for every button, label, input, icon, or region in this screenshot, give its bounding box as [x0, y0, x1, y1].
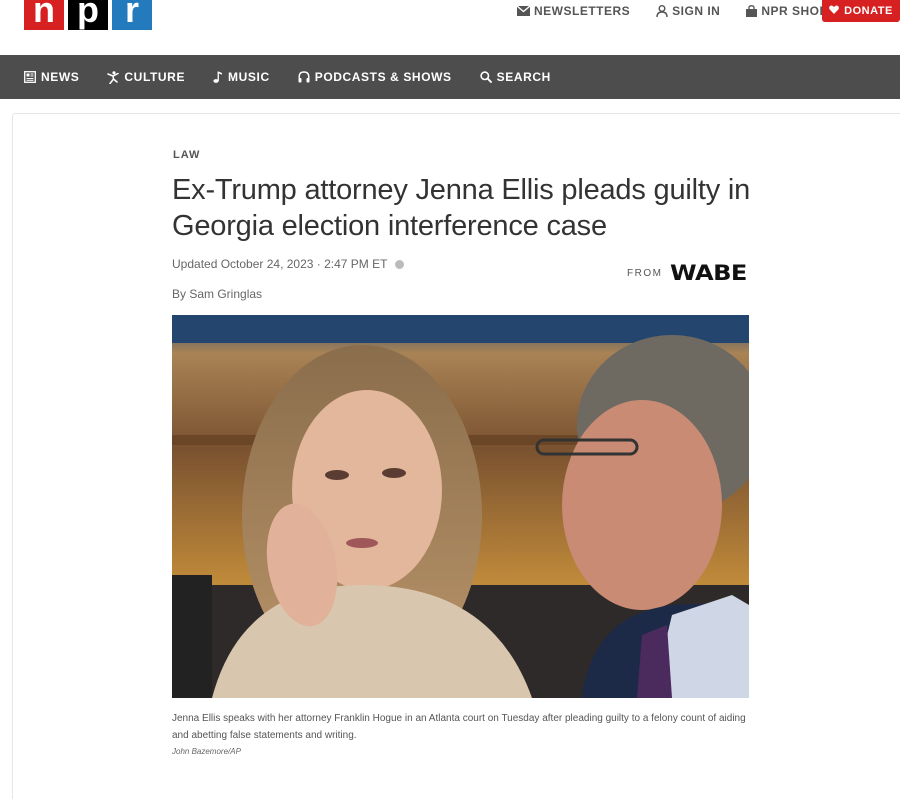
nav-item-podcasts[interactable]: PODCASTS & SHOWS [298, 70, 452, 84]
logo-letter-p: p [68, 0, 108, 30]
newspaper-icon [24, 71, 36, 83]
shopping-bag-icon [746, 5, 758, 17]
search-icon [479, 71, 492, 83]
nav-label-music: MUSIC [228, 70, 270, 84]
nav-item-music[interactable]: MUSIC [213, 70, 270, 84]
station-attribution[interactable]: FROM WABE [627, 263, 748, 284]
logo-letter-n: n [24, 0, 64, 30]
top-bar: n p r NEWSLETTERS SIGN IN NPR SHOP DONAT [0, 0, 900, 55]
npr-shop-label: NPR SHOP [761, 4, 829, 18]
envelope-icon [517, 6, 530, 16]
sign-in-link[interactable]: SIGN IN [656, 4, 720, 18]
article-byline[interactable]: By Sam Gringlas [172, 287, 262, 301]
nav-item-news[interactable]: NEWS [24, 70, 79, 84]
logo-letter-r: r [112, 0, 152, 30]
main-nav: NEWS CULTURE MUSIC PODCASTS & SHOWS SEAR… [0, 55, 900, 99]
utility-links: NEWSLETTERS SIGN IN NPR SHOP [517, 3, 854, 19]
donate-button[interactable]: DONATE [822, 0, 900, 22]
newsletters-link[interactable]: NEWSLETTERS [517, 4, 630, 18]
nav-label-search: SEARCH [496, 70, 551, 84]
station-logo: WABE [670, 261, 748, 285]
npr-logo[interactable]: n p r [24, 0, 152, 30]
nav-label-podcasts: PODCASTS & SHOWS [314, 70, 452, 84]
nav-label-culture: CULTURE [124, 70, 186, 84]
from-label: FROM [627, 268, 663, 279]
heart-icon [829, 5, 840, 17]
sign-in-label: SIGN IN [672, 4, 721, 18]
newsletters-label: NEWSLETTERS [534, 4, 631, 18]
article-dateline: Updated October 24, 2023 · 2:47 PM ET [172, 257, 405, 271]
music-note-icon [213, 71, 223, 83]
nav-item-culture[interactable]: CULTURE [107, 70, 185, 84]
npr-shop-link[interactable]: NPR SHOP [746, 4, 828, 18]
nav-label-news: NEWS [41, 70, 80, 84]
user-icon [656, 5, 668, 17]
updated-timestamp: Updated October 24, 2023 · 2:47 PM ET [172, 257, 388, 271]
dancer-icon [107, 70, 120, 84]
article-section-label[interactable]: LAW [173, 149, 200, 161]
headphones-icon [298, 71, 310, 83]
article-headline: Ex-Trump attorney Jenna Ellis pleads gui… [172, 174, 751, 242]
nav-item-search[interactable]: SEARCH [479, 70, 551, 84]
donate-label: DONATE [844, 5, 893, 17]
photo-credit: John Bazemore/AP [172, 747, 241, 756]
article-photo[interactable] [172, 315, 749, 698]
info-icon[interactable] [395, 259, 405, 269]
photo-caption: Jenna Ellis speaks with her attorney Fra… [172, 713, 746, 741]
